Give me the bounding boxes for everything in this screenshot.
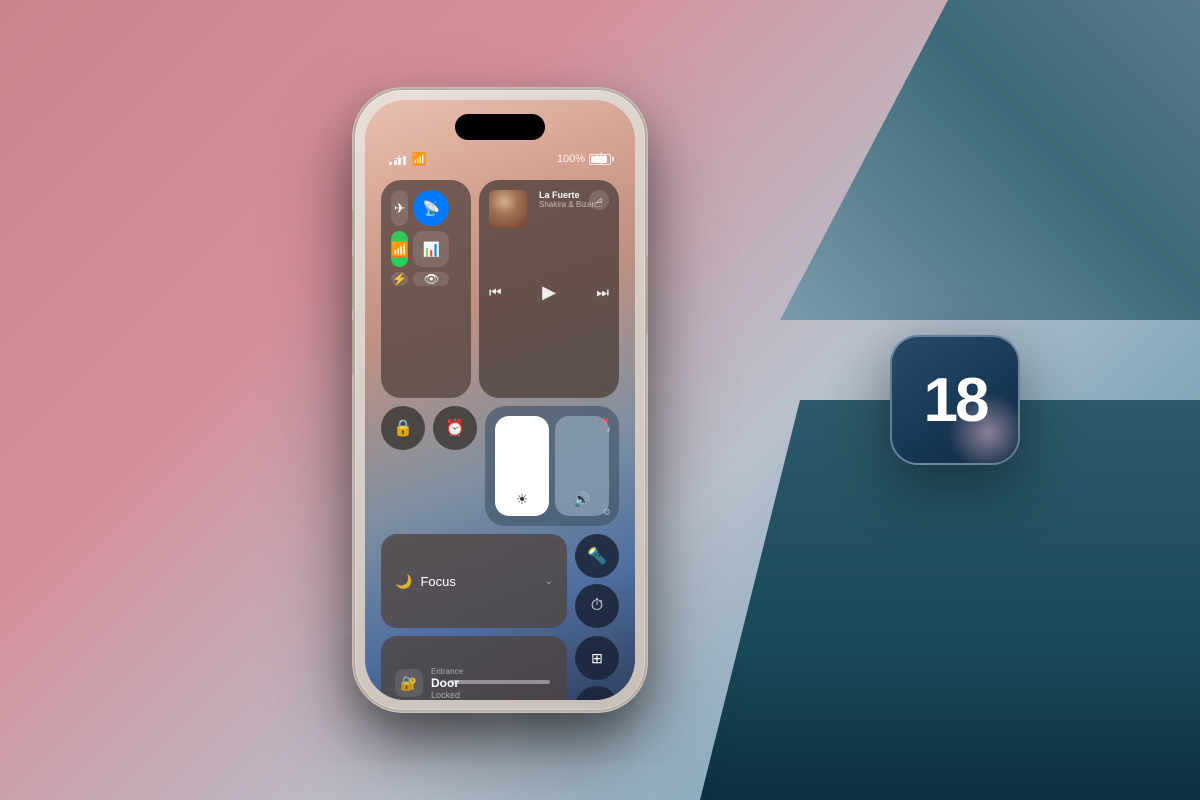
ios18-app-icon[interactable]: 18 [890,335,1020,465]
mute-button[interactable] [352,210,355,240]
screen-mirror-button[interactable]: ⬜ [575,686,619,700]
add-control-button[interactable]: + [385,144,413,172]
brightness-slider[interactable]: ☀ [495,416,549,516]
volume-icon: 🔊 [573,491,590,508]
cellular-button[interactable]: 📊 [413,231,449,267]
cc-row-2: 🔒 ⏰ ♥ ☀ 🔊 ♪ [381,406,619,526]
power-button[interactable] [645,255,648,335]
cc-row-3: 🌙 Focus ⌄ 🔦 ⏱ [381,534,619,628]
airplane-mode-button[interactable]: ✈ [391,190,408,226]
eye-mode-button[interactable]: 👁 [413,272,449,286]
door-lock-icon: 🔐 [395,669,423,697]
calculator-button[interactable]: ⊞ [575,636,619,680]
wifi-button[interactable]: 📶 [391,231,408,267]
volume-up-button[interactable] [352,255,355,310]
alarm-button[interactable]: ⏰ [433,406,477,450]
power-cc-button[interactable]: ⏻ [587,144,615,172]
music-controls: ⏮ ▶ ⏭ [489,280,609,303]
hotspot-button[interactable]: 📡 [413,190,449,226]
door-prefix-label: Entrance [431,667,463,676]
right-buttons-col: 🔦 ⏱ [575,534,619,628]
music-tile[interactable]: La Fuerte Shakira & Bizarr... ⊿ ⏮ ▶ ⏭ [479,180,619,398]
bluetooth-button[interactable]: ⚡ [391,272,408,286]
door-lock-tile[interactable]: 🔐 Entrance Door Locked [381,636,567,700]
play-pause-button[interactable]: ▶ [542,282,556,303]
focus-chevron-icon: ⌄ [545,576,553,587]
previous-button[interactable]: ⏮ [489,284,502,301]
volume-slider[interactable]: 🔊 ♪ [555,416,609,516]
cc-row-1: ✈ 📡 📶 📊 ⚡ 👁 [381,180,619,398]
control-center-grid: ✈ 📡 📶 📊 ⚡ 👁 [381,180,619,700]
slider-row: ☀ 🔊 ♪ [495,416,609,516]
focus-label: Focus [420,574,536,589]
door-status-label: Locked [431,690,463,700]
album-art [489,190,527,228]
cc-row-4: 🔐 Entrance Door Locked ⊞ ⬜ [381,636,619,700]
focus-moon-icon: 🌙 [395,573,412,590]
phone-frame: 📶 100% + ⏻ [355,90,645,710]
note-icon: ♪ [607,424,612,434]
dynamic-island [455,114,545,140]
lock-rotation-button[interactable]: 🔒 [381,406,425,450]
timer-button[interactable]: ⏱ [575,584,619,628]
next-button[interactable]: ⏭ [596,284,609,301]
phone-screen: 📶 100% + ⏻ [365,100,635,700]
network-tile[interactable]: ✈ 📡 📶 📊 ⚡ 👁 [381,180,471,398]
home-indicator [450,680,550,684]
right-buttons-col2: ⊞ ⬜ [575,636,619,700]
small-buttons-col: 🔒 ⏰ [381,406,477,526]
cc-top-icons: + ⏻ [385,144,615,172]
focus-tile[interactable]: 🌙 Focus ⌄ [381,534,567,628]
airplay-button[interactable]: ⊿ [589,190,609,210]
flashlight-button[interactable]: 🔦 [575,534,619,578]
phone-device: 📶 100% + ⏻ [355,90,645,710]
sliders-tile: ♥ ☀ 🔊 ♪ ⚙ [485,406,619,526]
gear-icon: ⚙ [603,507,611,518]
ios18-number: 18 [924,365,987,436]
volume-down-button[interactable] [352,320,355,375]
brightness-icon: ☀ [516,491,529,508]
